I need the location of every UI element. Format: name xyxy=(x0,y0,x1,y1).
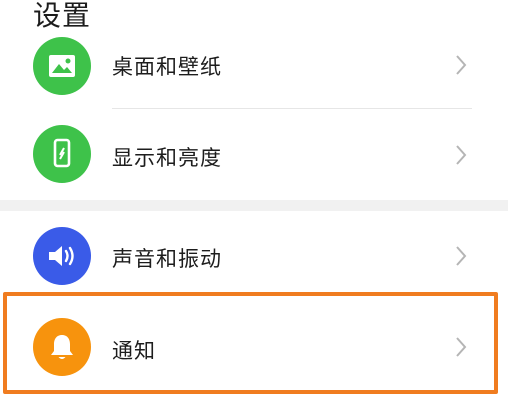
chevron-right-icon xyxy=(456,246,467,266)
page-title: 设置 xyxy=(33,0,92,32)
settings-item-display[interactable]: 显示和亮度 xyxy=(0,110,508,200)
chevron-right-icon xyxy=(456,55,467,75)
settings-item-label: 桌面和壁纸 xyxy=(112,55,222,79)
settings-item-sound[interactable]: 声音和振动 xyxy=(0,211,508,301)
settings-item-label: 声音和振动 xyxy=(112,247,222,271)
wallpaper-icon xyxy=(33,37,91,95)
chevron-right-icon xyxy=(456,145,467,165)
phone-display-icon xyxy=(33,125,91,183)
speaker-icon xyxy=(33,227,91,285)
section-separator xyxy=(0,200,508,211)
highlight-box xyxy=(3,292,498,394)
settings-item-wallpaper[interactable]: 桌面和壁纸 xyxy=(0,37,508,108)
divider xyxy=(112,108,472,109)
settings-item-label: 显示和亮度 xyxy=(112,146,222,170)
